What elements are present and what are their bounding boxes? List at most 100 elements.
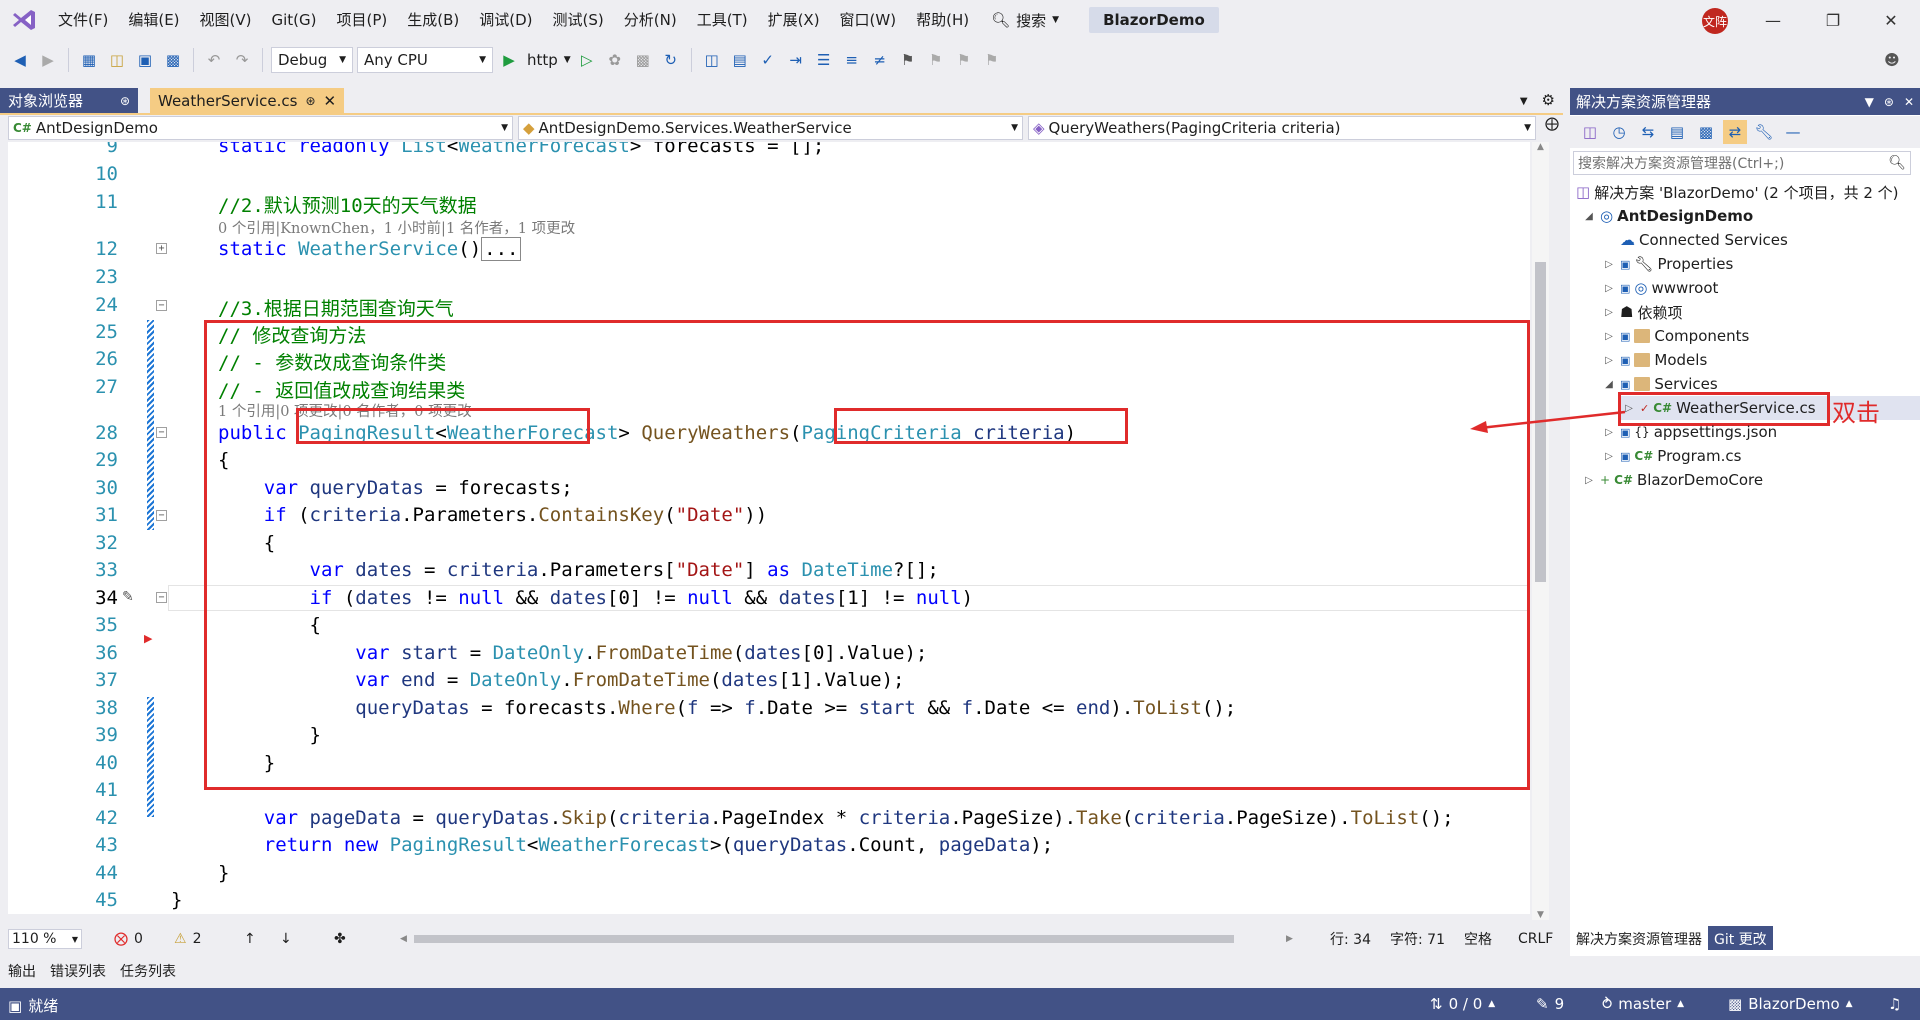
- scroll-right-arrow-icon[interactable]: ▶: [1286, 934, 1293, 944]
- scroll-up-arrow-icon[interactable]: ▲: [1532, 142, 1549, 152]
- new-project-icon[interactable]: ▦: [77, 48, 101, 72]
- start-without-debug-icon[interactable]: ▷: [575, 48, 599, 72]
- platform-select[interactable]: Any CPU ▼: [357, 47, 493, 73]
- fold-toggle[interactable]: −: [156, 427, 167, 438]
- git-changes-status[interactable]: ⇅ 0 / 0 ▲: [1430, 995, 1495, 1013]
- split-editor-icon[interactable]: ⨁: [1545, 116, 1559, 142]
- menu-file[interactable]: 文件(F): [48, 0, 118, 40]
- live-share-icon[interactable]: ☻: [1880, 48, 1904, 72]
- solution-search-input[interactable]: 搜索解决方案资源管理器(Ctrl+;) 🔍︎: [1573, 151, 1911, 175]
- tree-project-antdesign[interactable]: ◢ ◎ AntDesignDemo: [1582, 204, 1753, 228]
- class-select[interactable]: ◆ AntDesignDemo.Services.WeatherService ▼: [518, 116, 1023, 140]
- menu-tools[interactable]: 工具(T): [687, 0, 758, 40]
- properties-icon[interactable]: 🔧︎: [1752, 120, 1776, 144]
- close-tab-icon[interactable]: ✕: [324, 92, 337, 110]
- layout-icon[interactable]: ▤: [728, 48, 752, 72]
- start-debug-icon[interactable]: ▶: [497, 48, 521, 72]
- minimize-button[interactable]: —: [1744, 0, 1802, 40]
- tree-item-models[interactable]: ▷ ▣ Models: [1602, 348, 1707, 372]
- comment-icon[interactable]: ≡: [840, 48, 864, 72]
- collapsed-triangle-icon[interactable]: ▷: [1602, 307, 1616, 318]
- vertical-scrollbar[interactable]: ▲ ▼: [1532, 142, 1549, 920]
- horizontal-scroll-thumb[interactable]: [414, 935, 1234, 943]
- down-arrow-icon[interactable]: ↓: [280, 931, 292, 947]
- refresh-icon[interactable]: ↻: [659, 48, 683, 72]
- codelens-11[interactable]: 0 个引用|KnownChen，1 小时前|1 名作者，1 项更改: [218, 217, 575, 238]
- save-icon[interactable]: ▣: [133, 48, 157, 72]
- menu-help[interactable]: 帮助(H): [906, 0, 979, 40]
- solution-explorer-icon[interactable]: ◫: [700, 48, 724, 72]
- tree-item-components[interactable]: ▷ ▣ Components: [1602, 324, 1749, 348]
- collapsed-triangle-icon[interactable]: ▷: [1602, 355, 1616, 366]
- tab-task-list[interactable]: 任务列表: [120, 961, 176, 981]
- switch-views-icon[interactable]: ◫: [1578, 120, 1602, 144]
- fold-toggle[interactable]: +: [156, 243, 167, 254]
- menu-analyze[interactable]: 分析(N): [614, 0, 687, 40]
- undo-icon[interactable]: ↶: [202, 48, 226, 72]
- restore-button[interactable]: ❐: [1804, 0, 1862, 40]
- save-all-icon[interactable]: ▩: [161, 48, 185, 72]
- tree-project-blazordemocore[interactable]: ▷ + C# BlazorDemoCore: [1582, 468, 1763, 492]
- tab-overflow-icon[interactable]: ▼: [1514, 96, 1534, 113]
- collapsed-triangle-icon[interactable]: ▷: [1602, 283, 1616, 294]
- zoom-select[interactable]: 110 % ▼: [8, 929, 82, 949]
- prev-bookmark-icon[interactable]: ⚑: [924, 48, 948, 72]
- pin-icon[interactable]: ⊛: [1884, 95, 1894, 109]
- redo-icon[interactable]: ↷: [230, 48, 254, 72]
- collapse-all-icon[interactable]: ▤: [1665, 120, 1689, 144]
- settings-icon[interactable]: ⚙: [1534, 91, 1563, 113]
- branch-status[interactable]: ⥁ master ▲: [1602, 995, 1684, 1013]
- collapsed-triangle-icon[interactable]: ▷: [1582, 475, 1596, 486]
- collapsed-triangle-icon[interactable]: ▷: [1602, 259, 1616, 270]
- notifications-button[interactable]: ♫: [1888, 995, 1901, 1013]
- pin-icon[interactable]: ⊛: [305, 94, 315, 108]
- tree-item-dependencies[interactable]: ▷ ☗ 依赖项: [1602, 300, 1682, 324]
- tree-item-properties[interactable]: ▷ ▣ 🔧︎ Properties: [1602, 252, 1733, 276]
- run-target-label[interactable]: http: [525, 51, 560, 69]
- close-button[interactable]: ✕: [1862, 0, 1920, 40]
- pending-edits[interactable]: ✎ 9: [1536, 995, 1564, 1013]
- spell-check-icon[interactable]: ✓: [756, 48, 780, 72]
- collapsed-triangle-icon[interactable]: ▷: [1602, 451, 1616, 462]
- close-icon[interactable]: ✕: [1904, 95, 1914, 109]
- bookmark-icon[interactable]: ⚑: [896, 48, 920, 72]
- expanded-triangle-icon[interactable]: ◢: [1602, 379, 1616, 390]
- forward-icon[interactable]: ▶: [36, 48, 60, 72]
- repository-status[interactable]: ▩ BlazorDemo ▲: [1728, 995, 1853, 1013]
- cleanup-icon[interactable]: ✤: [334, 931, 346, 947]
- open-folder-icon[interactable]: ◫: [105, 48, 129, 72]
- clear-bookmarks-icon[interactable]: ⚑: [980, 48, 1004, 72]
- step-icon[interactable]: ⇥: [784, 48, 808, 72]
- track-active-icon[interactable]: ⇄: [1723, 120, 1747, 144]
- uncomment-icon[interactable]: ≠: [868, 48, 892, 72]
- tree-item-connected-services[interactable]: ☁ Connected Services: [1620, 228, 1788, 252]
- preview-icon[interactable]: —: [1781, 120, 1805, 144]
- hot-reload-icon[interactable]: ✿: [603, 48, 627, 72]
- up-arrow-icon[interactable]: ↑: [244, 931, 256, 947]
- tab-error-list[interactable]: 错误列表: [50, 961, 106, 981]
- tab-object-browser[interactable]: 对象浏览器 ⊛: [0, 88, 138, 113]
- tree-item-program[interactable]: ▷ ▣ C# Program.cs: [1602, 444, 1741, 468]
- show-all-files-icon[interactable]: ▩: [1694, 120, 1718, 144]
- project-select[interactable]: C# AntDesignDemo ▼: [8, 116, 513, 140]
- menu-window[interactable]: 窗口(W): [830, 0, 907, 40]
- menu-project[interactable]: 项目(P): [327, 0, 398, 40]
- warning-count[interactable]: ⚠ 2: [174, 931, 201, 947]
- tab-output[interactable]: 输出: [8, 961, 36, 981]
- expanded-triangle-icon[interactable]: ◢: [1582, 211, 1596, 222]
- tab-git-changes[interactable]: Git 更改: [1708, 926, 1773, 950]
- fold-toggle[interactable]: −: [156, 510, 167, 521]
- code-editor[interactable]: 9 10 11 12 23 24 25 26 27 28 29 30 31 32…: [8, 142, 1530, 914]
- indent-mode[interactable]: 空格: [1464, 929, 1492, 949]
- error-count[interactable]: ⨂ 0: [114, 931, 143, 947]
- member-select[interactable]: ◈ QueryWeathers(PagingCriteria criteria) …: [1028, 116, 1536, 140]
- menu-extensions[interactable]: 扩展(X): [758, 0, 830, 40]
- tree-item-wwwroot[interactable]: ▷ ▣ ◎ wwwroot: [1602, 276, 1718, 300]
- tab-weather-service[interactable]: WeatherService.cs ⊛ ✕: [150, 88, 345, 113]
- menu-build[interactable]: 生成(B): [397, 0, 469, 40]
- menu-edit[interactable]: 编辑(E): [118, 0, 189, 40]
- menu-git[interactable]: Git(G): [262, 0, 327, 40]
- tab-solution-explorer[interactable]: 解决方案资源管理器: [1570, 926, 1708, 950]
- fold-toggle[interactable]: −: [156, 592, 167, 603]
- collapsed-triangle-icon[interactable]: ▷: [1602, 331, 1616, 342]
